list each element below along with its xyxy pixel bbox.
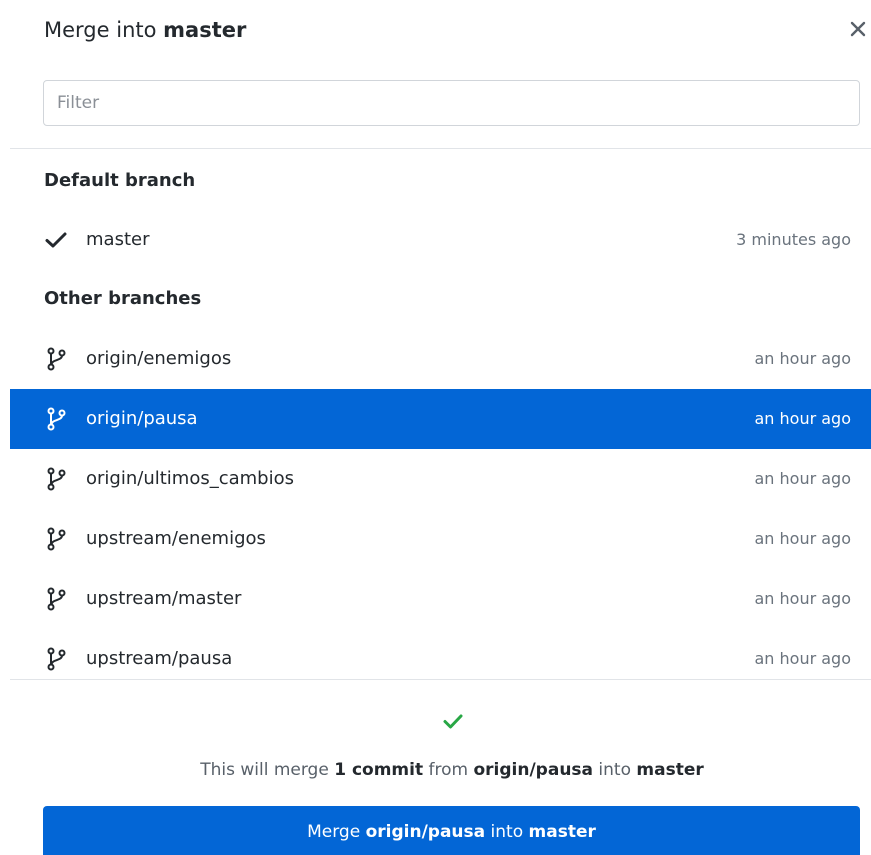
branch-time: an hour ago [754, 409, 851, 428]
summary-source-branch: origin/pausa [473, 760, 594, 780]
summary-into: into [598, 760, 631, 780]
branch-row-upstream-pausa[interactable]: upstream/pausa an hour ago [10, 629, 871, 679]
branch-row-upstream-master[interactable]: upstream/master an hour ago [10, 569, 871, 629]
branch-name: master [86, 229, 150, 250]
branch-name: upstream/master [86, 588, 242, 609]
other-branches-header: Other branches [44, 288, 202, 309]
filter-container [43, 80, 860, 126]
branch-time: an hour ago [754, 649, 851, 668]
merge-button-into: into [490, 822, 524, 842]
branch-time: an hour ago [754, 349, 851, 368]
summary-target-branch: master [636, 760, 704, 780]
branch-row-origin-enemigos[interactable]: origin/enemigos an hour ago [10, 329, 871, 389]
git-branch-icon [44, 347, 68, 371]
merge-summary: This will merge 1 commit from origin/pau… [0, 760, 871, 780]
branch-row-master[interactable]: master 3 minutes ago [10, 210, 871, 270]
summary-commit-count: 1 commit [334, 760, 424, 780]
branch-time: an hour ago [754, 469, 851, 488]
summary-prefix: This will merge [200, 760, 329, 780]
title-prefix: Merge into [44, 18, 157, 42]
git-branch-icon [44, 467, 68, 491]
divider [10, 679, 871, 680]
title-branch: master [163, 18, 247, 42]
merge-button-source: origin/pausa [365, 822, 486, 842]
git-branch-icon [44, 587, 68, 611]
branch-time: an hour ago [754, 589, 851, 608]
close-button[interactable] [846, 17, 870, 41]
merge-button-prefix: Merge [307, 822, 361, 842]
branch-name: upstream/enemigos [86, 528, 266, 549]
summary-from: from [428, 760, 469, 780]
filter-input[interactable] [43, 80, 860, 126]
branch-name: origin/enemigos [86, 348, 232, 369]
branch-row-origin-pausa[interactable]: origin/pausa an hour ago [10, 389, 871, 449]
merge-button-target: master [528, 822, 596, 842]
dialog-title: Merge into master [44, 18, 246, 42]
git-branch-icon [44, 647, 68, 671]
branch-time: an hour ago [754, 529, 851, 548]
branch-row-upstream-enemigos[interactable]: upstream/enemigos an hour ago [10, 509, 871, 569]
merge-button[interactable]: Merge origin/pausa into master [43, 806, 860, 855]
dialog-header: Merge into master [0, 0, 871, 62]
close-icon [850, 21, 866, 37]
branch-name: origin/ultimos_cambios [86, 468, 294, 489]
checkmark-icon [44, 228, 68, 252]
branch-time: 3 minutes ago [736, 230, 851, 249]
branch-name: upstream/pausa [86, 648, 233, 669]
branch-row-origin-ultimos-cambios[interactable]: origin/ultimos_cambios an hour ago [10, 449, 871, 509]
success-check-icon [441, 709, 465, 733]
branch-name: origin/pausa [86, 408, 198, 429]
default-branch-header: Default branch [44, 170, 196, 191]
git-branch-icon [44, 527, 68, 551]
git-branch-icon [44, 407, 68, 431]
branch-list[interactable]: Default branch master 3 minutes ago Othe… [0, 149, 871, 679]
merge-dialog: Merge into master Default branch master … [0, 0, 871, 855]
